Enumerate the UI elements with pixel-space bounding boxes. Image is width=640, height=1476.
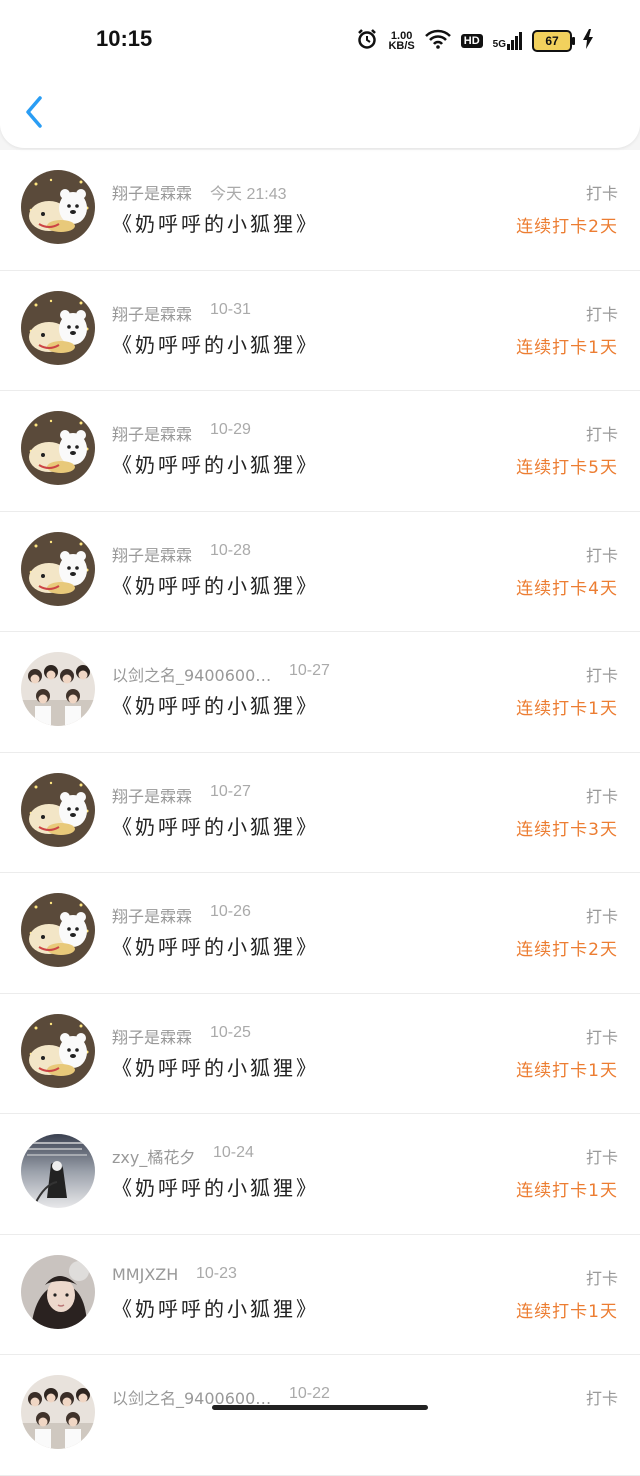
list-item[interactable]: 翔子是霖霖 今天 21:43 《奶呼呼的小狐狸》 打卡连续打卡2天: [0, 150, 640, 271]
bear-avatar[interactable]: [21, 531, 95, 606]
checkin-type: 打卡: [585, 304, 618, 324]
list-item[interactable]: 翔子是霖霖 10-28 《奶呼呼的小狐狸》 打卡连续打卡4天: [0, 511, 640, 632]
post-date: 10-27: [210, 782, 251, 800]
list-item[interactable]: zxy_橘花夕 10-24 《奶呼呼的小狐狸》 打卡连续打卡1天: [0, 1114, 640, 1235]
user-name[interactable]: 翔子是霖霖: [112, 542, 192, 566]
network-speed: 1.00 KB/S: [388, 31, 415, 52]
checkin-list: 翔子是霖霖 今天 21:43 《奶呼呼的小狐狸》 打卡 连续打卡2天 翔子是霖霖 10-31…: [0, 150, 640, 1476]
group-photo-avatar[interactable]: [21, 1375, 95, 1449]
user-name[interactable]: 翔子是霖霖: [112, 783, 192, 807]
book-title: 《奶呼呼的小狐狸》: [112, 694, 319, 718]
post-date: 10-28: [210, 541, 251, 559]
book-title: 《奶呼呼的小狐狸》: [112, 1296, 319, 1321]
post-date: 10-25: [210, 1023, 251, 1041]
checkin-type: 打卡: [585, 425, 618, 444]
streak-label: 连续打卡4天: [516, 578, 618, 599]
post-date: 10-22: [289, 1385, 330, 1402]
chevron-left-icon: [26, 96, 42, 128]
book-title: 《奶呼呼的小狐狸》: [112, 212, 319, 236]
checkin-type: 打卡: [585, 907, 618, 926]
bear-avatar[interactable]: [21, 893, 95, 967]
list-item[interactable]: 翔子是霖霖 10-25 《奶呼呼的小狐狸》 打卡连续打卡1天: [0, 993, 640, 1114]
checkin-type: 打卡: [585, 1148, 618, 1167]
user-name[interactable]: 以剑之名_9400600…: [112, 662, 271, 686]
hd-badge: HD: [460, 34, 483, 48]
back-button[interactable]: [18, 92, 54, 132]
ink-art-avatar[interactable]: [21, 1134, 95, 1208]
checkin-type: 打卡: [585, 786, 618, 806]
list-item[interactable]: 翔子是霖霖 10-31 《奶呼呼的小狐狸》 打卡连续打卡1天: [0, 270, 640, 391]
top-header: 10:15 1.00 KB/S HD 5G 67: [0, 0, 640, 148]
status-icons: 1.00 KB/S HD 5G 67: [356, 26, 594, 56]
streak-label: 连续打卡1天: [516, 337, 618, 358]
charging-icon: [582, 29, 594, 53]
post-date: 10-27: [289, 662, 330, 679]
book-title: 《奶呼呼的小狐狸》: [112, 453, 319, 477]
list-item[interactable]: MMJXZH 10-23 《奶呼呼的小狐狸》 打卡连续打卡1天: [0, 1234, 640, 1355]
book-title: 《奶呼呼的小狐狸》: [112, 332, 319, 357]
wifi-icon: [424, 29, 451, 53]
post-date: 10-24: [213, 1144, 254, 1161]
book-title: 《奶呼呼的小狐狸》: [112, 573, 319, 598]
girl-photo-avatar[interactable]: [21, 1254, 95, 1329]
bear-avatar[interactable]: [21, 1013, 95, 1088]
list-item[interactable]: 翔子是霖霖 10-29 《奶呼呼的小狐狸》 打卡连续打卡5天: [0, 391, 640, 512]
list-item[interactable]: 翔子是霖霖 10-26 《奶呼呼的小狐狸》 打卡连续打卡2天: [0, 873, 640, 994]
checkin-type: 打卡: [585, 1389, 618, 1408]
post-date: 10-31: [210, 300, 251, 318]
alarm-icon: [356, 28, 378, 54]
book-title: 《奶呼呼的小狐狸》: [112, 1176, 319, 1200]
list-item[interactable]: 以剑之名_9400600… 10-22 打卡: [0, 1355, 640, 1476]
home-indicator[interactable]: [212, 1405, 428, 1410]
checkin-type: 打卡: [585, 1027, 618, 1047]
bear-avatar[interactable]: [21, 772, 95, 847]
streak-label: 连续打卡1天: [516, 1060, 618, 1081]
user-name[interactable]: 翔子是霖霖: [112, 903, 192, 927]
group-photo-avatar[interactable]: [21, 652, 95, 726]
user-name[interactable]: 翔子是霖霖: [112, 180, 192, 204]
streak-label: 连续打卡3天: [516, 819, 618, 840]
streak-label: 连续打卡1天: [516, 1301, 618, 1322]
streak-label: 连续打卡1天: [516, 1181, 618, 1201]
user-name[interactable]: 翔子是霖霖: [112, 1024, 192, 1048]
streak-label: 连续打卡1天: [516, 699, 618, 719]
list-item[interactable]: 以剑之名_9400600… 10-27 《奶呼呼的小狐狸》 打卡连续打卡1天: [0, 632, 640, 753]
signal-label: 5G: [492, 39, 506, 50]
checkin-type: 打卡: [585, 184, 618, 203]
net-speed-unit: KB/S: [388, 40, 415, 52]
battery-level: 67: [545, 34, 559, 48]
user-name[interactable]: 翔子是霖霖: [112, 301, 192, 325]
bear-avatar[interactable]: [21, 170, 95, 244]
bear-avatar[interactable]: [21, 290, 95, 365]
post-date: 10-26: [210, 903, 251, 920]
book-title: 《奶呼呼的小狐狸》: [112, 1055, 319, 1080]
list-item[interactable]: 翔子是霖霖 10-27 《奶呼呼的小狐狸》 打卡连续打卡3天: [0, 752, 640, 873]
checkin-type: 打卡: [585, 1268, 618, 1288]
book-title: 《奶呼呼的小狐狸》: [112, 935, 319, 959]
streak-label: 连续打卡2天: [516, 217, 618, 237]
streak-label: 连续打卡2天: [516, 940, 618, 960]
signal-icon: 5G: [493, 32, 522, 50]
checkin-type: 打卡: [585, 666, 618, 685]
post-date: 今天 21:43: [210, 186, 287, 203]
checkin-type: 打卡: [585, 545, 618, 565]
streak-label: 连续打卡5天: [516, 458, 618, 478]
user-name[interactable]: zxy_橘花夕: [112, 1144, 195, 1168]
post-date: 10-29: [210, 421, 251, 438]
bear-avatar[interactable]: [21, 411, 95, 485]
user-name[interactable]: 翔子是霖霖: [112, 421, 192, 445]
user-name[interactable]: MMJXZH: [112, 1265, 178, 1284]
book-title: 《奶呼呼的小狐狸》: [112, 814, 319, 839]
battery-icon: 67: [532, 30, 575, 52]
status-time: 10:15: [96, 26, 153, 51]
post-date: 10-23: [196, 1264, 237, 1282]
